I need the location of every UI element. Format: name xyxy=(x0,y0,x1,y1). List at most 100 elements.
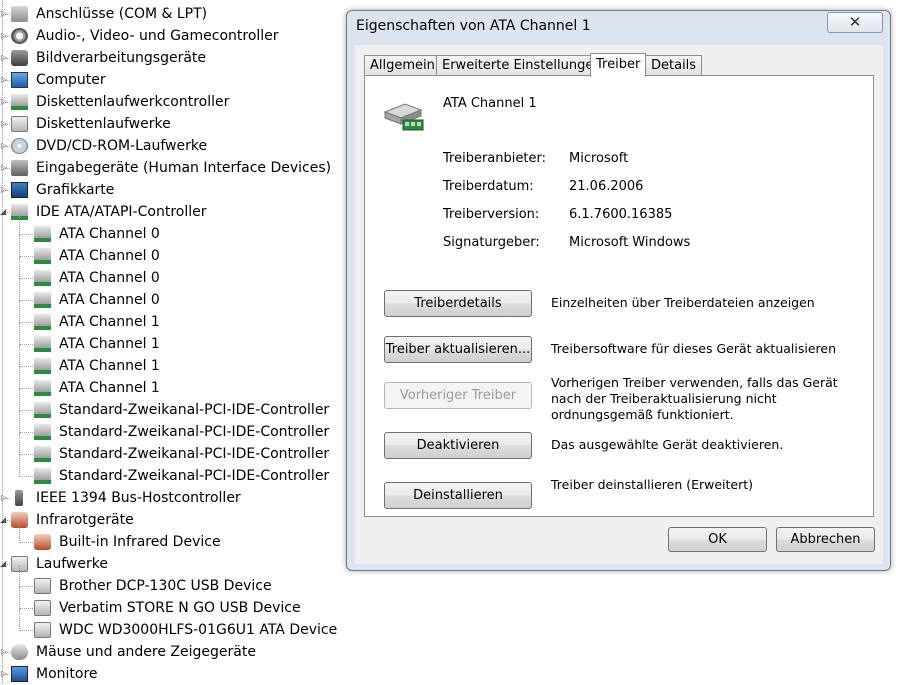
disable-device-description: Das ausgewählte Gerät deaktivieren. xyxy=(551,437,784,452)
disable-device-button[interactable]: Deaktivieren xyxy=(384,432,532,459)
camera-icon xyxy=(11,50,28,66)
tree-category[interactable]: Diskettenlaufwerke xyxy=(0,113,345,135)
tree-device[interactable]: ATA Channel 0 xyxy=(0,267,345,289)
tree-item-label: IDE ATA/ATAPI-Controller xyxy=(36,204,207,220)
tree-category[interactable]: DVD/CD-ROM-Laufwerke xyxy=(0,135,345,157)
floppy-drive-icon xyxy=(11,116,28,132)
ok-button[interactable]: OK xyxy=(668,527,767,552)
device-name: ATA Channel 1 xyxy=(443,96,537,111)
tab-treiber[interactable]: Treiber xyxy=(590,53,647,77)
tree-device[interactable]: Standard-Zweikanal-PCI-IDE-Controller xyxy=(0,399,345,421)
tree-item-label: Audio-, Video- und Gamecontroller xyxy=(36,28,279,44)
ide-channel-icon xyxy=(34,270,51,286)
tab-allgemein[interactable]: Allgemein xyxy=(364,55,441,76)
update-driver-description: Treibersoftware für dieses Gerät aktuali… xyxy=(551,341,836,356)
tree-item-label: Infrarotgeräte xyxy=(36,512,134,528)
tree-category[interactable]: IDE ATA/ATAPI-Controller xyxy=(0,201,345,223)
tree-item-label: ATA Channel 0 xyxy=(59,270,160,286)
tree-item-label: ATA Channel 1 xyxy=(59,314,160,330)
disk-drive-icon xyxy=(34,578,51,594)
tab-details[interactable]: Details xyxy=(645,55,703,76)
driver-details-button[interactable]: Treiberdetails xyxy=(384,290,532,317)
uninstall-driver-description: Treiber deinstallieren (Erweitert) xyxy=(551,477,754,492)
tree-category[interactable]: Diskettenlaufwerkcontroller xyxy=(0,91,345,113)
cancel-button[interactable]: Abbrechen xyxy=(776,527,875,552)
tree-category[interactable]: Infrarotgeräte xyxy=(0,509,345,531)
rollback-driver-description: Vorherigen Treiber verwenden, falls das … xyxy=(551,375,838,422)
tree-device[interactable]: Brother DCP-130C USB Device xyxy=(0,575,345,597)
driver-details-description: Einzelheiten über Treiberdateien anzeige… xyxy=(551,295,815,310)
tree-item-label: Brother DCP-130C USB Device xyxy=(59,578,272,594)
tree-device[interactable]: Standard-Zweikanal-PCI-IDE-Controller xyxy=(0,421,345,443)
tree-item-label: Mäuse und andere Zeigegeräte xyxy=(36,644,256,660)
update-driver-button[interactable]: Treiber aktualisieren... xyxy=(384,336,532,363)
field-label-signer: Signaturgeber: xyxy=(443,235,540,250)
tree-device[interactable]: Verbatim STORE N GO USB Device xyxy=(0,597,345,619)
field-label-version: Treiberversion: xyxy=(443,207,540,222)
keyboard-icon xyxy=(11,160,28,176)
port-icon xyxy=(11,6,28,22)
display-adapter-icon xyxy=(11,182,28,198)
tree-device[interactable]: Built-in Infrared Device xyxy=(0,531,345,553)
ide-channel-icon xyxy=(383,103,424,131)
tree-item-label: ATA Channel 0 xyxy=(59,292,160,308)
tree-device[interactable]: ATA Channel 1 xyxy=(0,333,345,355)
tab-erweiterte-einstellungen[interactable]: Erweiterte Einstellungen xyxy=(436,55,608,76)
tree-category[interactable]: Bildverarbeitungsgeräte xyxy=(0,47,345,69)
firewire-icon xyxy=(15,490,23,506)
tree-device[interactable]: Standard-Zweikanal-PCI-IDE-Controller xyxy=(0,443,345,465)
tree-item-label: Anschlüsse (COM & LPT) xyxy=(36,6,208,22)
close-button[interactable]: ✕ xyxy=(827,12,883,33)
dialog-client-area: Allgemein Erweiterte Einstellungen Treib… xyxy=(355,45,883,564)
controller-icon xyxy=(11,94,28,110)
tree-category[interactable]: IEEE 1394 Bus-Hostcontroller xyxy=(0,487,345,509)
tree-category[interactable]: Anschlüsse (COM & LPT) xyxy=(0,3,345,25)
device-tree[interactable]: ▷ Anschlüsse (COM & LPT) ▷ Audio-, Video- u… xyxy=(0,0,345,684)
mouse-icon xyxy=(11,644,28,660)
tree-item-label: WDC WD3000HLFS-01G6U1 ATA Device xyxy=(59,622,338,638)
tree-category[interactable]: Mäuse und andere Zeigegeräte xyxy=(0,641,345,663)
field-value-date: 21.06.2006 xyxy=(569,179,644,194)
tree-item-label: Standard-Zweikanal-PCI-IDE-Controller xyxy=(59,446,330,462)
tree-category[interactable]: Computer xyxy=(0,69,345,91)
close-icon: ✕ xyxy=(848,13,862,31)
tree-device[interactable]: Standard-Zweikanal-PCI-IDE-Controller xyxy=(0,465,345,487)
field-value-provider: Microsoft xyxy=(569,151,629,166)
computer-icon xyxy=(11,72,28,88)
dialog-title: Eigenschaften von ATA Channel 1 xyxy=(356,18,591,34)
driver-tab-panel: ATA Channel 1 Treiberanbieter: Microsoft… xyxy=(364,75,874,517)
tree-device[interactable]: ATA Channel 0 xyxy=(0,289,345,311)
tree-device[interactable]: ATA Channel 1 xyxy=(0,355,345,377)
disk-drive-icon xyxy=(34,622,51,638)
ide-channel-icon xyxy=(34,292,51,308)
tree-device[interactable]: ATA Channel 0 xyxy=(0,223,345,245)
uninstall-driver-button[interactable]: Deinstallieren xyxy=(384,482,532,509)
tree-item-label: Built-in Infrared Device xyxy=(59,534,221,550)
tree-category[interactable]: Laufwerke xyxy=(0,553,345,575)
tree-item-label: Standard-Zweikanal-PCI-IDE-Controller xyxy=(59,468,330,484)
tree-item-label: Diskettenlaufwerkcontroller xyxy=(36,94,230,110)
disc-drive-icon xyxy=(11,138,28,154)
tree-device[interactable]: ATA Channel 1 xyxy=(0,311,345,333)
ide-channel-icon xyxy=(34,468,51,484)
tree-category[interactable]: Audio-, Video- und Gamecontroller xyxy=(0,25,345,47)
tree-device[interactable]: WDC WD3000HLFS-01G6U1 ATA Device xyxy=(0,619,345,641)
ide-channel-icon xyxy=(34,380,51,396)
tree-item-label: DVD/CD-ROM-Laufwerke xyxy=(36,138,208,154)
tree-item-label: Grafikkarte xyxy=(36,182,115,198)
tree-category[interactable]: Eingabegeräte (Human Interface Devices) xyxy=(0,157,345,179)
ide-channel-icon xyxy=(34,446,51,462)
tree-item-label: Computer xyxy=(36,72,106,88)
tree-item-label: Diskettenlaufwerke xyxy=(36,116,171,132)
tree-category[interactable]: Monitore xyxy=(0,663,345,685)
tree-device[interactable]: ATA Channel 1 xyxy=(0,377,345,399)
rollback-driver-button[interactable]: Vorheriger Treiber xyxy=(384,382,532,409)
tree-category[interactable]: Grafikkarte xyxy=(0,179,345,201)
ide-channel-icon xyxy=(34,314,51,330)
tree-device[interactable]: ATA Channel 0 xyxy=(0,245,345,267)
tree-item-label: Verbatim STORE N GO USB Device xyxy=(59,600,301,616)
tree-item-label: Standard-Zweikanal-PCI-IDE-Controller xyxy=(59,424,330,440)
tree-item-label: ATA Channel 0 xyxy=(59,226,160,242)
ide-channel-icon xyxy=(34,248,51,264)
tree-item-label: Bildverarbeitungsgeräte xyxy=(36,50,207,66)
